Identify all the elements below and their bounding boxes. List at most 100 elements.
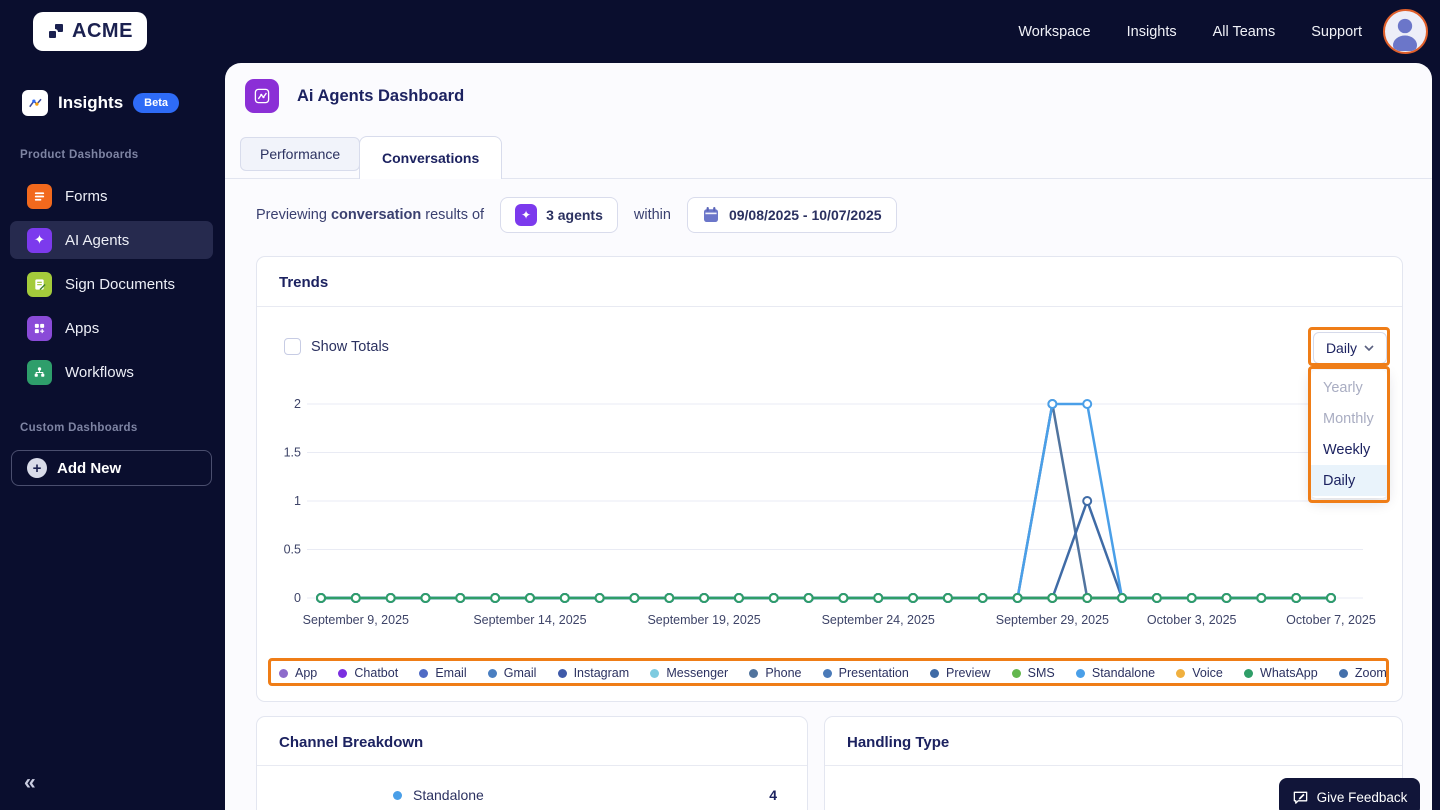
period-select[interactable]: Daily [1313,332,1387,364]
page-header: Ai Agents Dashboard [245,79,464,113]
sidebar-item-sign-documents[interactable]: Sign Documents [10,265,213,303]
preview-text: Previewing conversation results of [256,207,485,223]
svg-text:September 9, 2025: September 9, 2025 [303,613,409,627]
agents-count-label: 3 agents [546,207,603,223]
legend-label: Standalone [1091,666,1156,680]
period-option-weekly[interactable]: Weekly [1311,434,1387,465]
forms-icon [27,183,52,209]
show-totals-label: Show Totals [311,338,389,355]
legend-label: App [295,666,318,680]
sidebar-item-workflows[interactable]: Workflows [10,353,213,391]
divider [257,306,1402,307]
legend-label: Instagram [573,666,630,680]
page-title: Ai Agents Dashboard [297,86,465,105]
channel-value: 4 [769,787,777,803]
legend-item-whatsapp[interactable]: WhatsApp [1244,666,1318,680]
within-label: within [633,207,671,223]
sidebar-item-label: Forms [65,187,108,205]
sidebar-insights-header[interactable]: Insights Beta [22,90,180,116]
acme-logo[interactable]: ACME [33,12,147,51]
legend-label: WhatsApp [1260,666,1318,680]
apps-icon [27,315,52,341]
sign-documents-icon [27,271,52,297]
legend-item-gmail[interactable]: Gmail [487,666,537,680]
legend-item-presentation[interactable]: Presentation [822,666,909,680]
legend-label: Voice [1192,666,1223,680]
give-feedback-button[interactable]: Give Feedback [1279,778,1420,810]
svg-text:September 14, 2025: September 14, 2025 [473,613,586,627]
trends-title: Trends [279,274,329,291]
svg-text:0.5: 0.5 [284,543,301,557]
channel-breakdown-title: Channel Breakdown [279,734,424,751]
add-new-label: Add New [57,459,122,477]
show-totals-checkbox[interactable] [284,338,301,355]
period-option-monthly[interactable]: Monthly [1311,403,1387,434]
add-new-button[interactable]: + Add New [11,450,212,486]
person-icon [1393,18,1417,52]
trend-chart: 0 0.5 1 1.5 2 September 9, 2025 September 14, … [284,397,1376,627]
acme-logo-icon [47,21,67,42]
period-option-daily[interactable]: Daily [1311,465,1387,496]
nav-link-insights[interactable]: Insights [1127,24,1177,40]
handling-type-title: Handling Type [847,734,950,751]
legend-dot [1176,668,1186,678]
beta-badge: Beta [133,93,180,113]
legend-label: Chatbot [354,666,399,680]
legend-dot [1244,668,1254,678]
legend-dot [1011,668,1021,678]
svg-text:October 3, 2025: October 3, 2025 [1147,613,1237,627]
preview-bar: Previewing conversation results of ✦ 3 a… [256,197,897,233]
plus-circle-icon: + [27,458,47,478]
svg-text:1.5: 1.5 [284,446,301,460]
svg-text:September 29, 2025: September 29, 2025 [996,613,1109,627]
section-custom-dashboards: Custom Dashboards [20,422,138,434]
ai-agents-icon: ✦ [27,227,52,253]
sidebar-item-label: Apps [65,319,100,337]
acme-brand-text: ACME [72,20,133,42]
period-dropdown-menu: Yearly Monthly Weekly Daily [1311,370,1387,498]
legend-item-standalone[interactable]: Standalone [1075,666,1156,680]
main-content: Ai Agents Dashboard Performance Conversa… [225,63,1432,810]
legend-item-chatbot[interactable]: Chatbot [338,666,398,680]
nav-link-all-teams[interactable]: All Teams [1213,24,1276,40]
period-option-yearly[interactable]: Yearly [1311,372,1387,403]
sidebar-item-forms[interactable]: Forms [10,177,213,215]
chart-legend: App Chatbot Email Gmail Instagram Messenger Ph… [279,661,1387,685]
legend-item-email[interactable]: Email [419,666,467,680]
svg-text:October 7, 2025: October 7, 2025 [1286,613,1376,627]
legend-dot [557,668,567,678]
sidebar-item-apps[interactable]: Apps [10,309,213,347]
legend-label: Zoom [1354,666,1387,680]
legend-item-voice[interactable]: Voice [1176,666,1223,680]
legend-item-messenger[interactable]: Messenger [650,666,728,680]
tabs-row: Performance Conversations [225,136,1432,179]
legend-item-preview[interactable]: Preview [929,666,990,680]
legend-dot [650,668,660,678]
legend-dot [822,668,832,678]
show-totals-control: Show Totals [284,338,389,355]
legend-item-instagram[interactable]: Instagram [557,666,630,680]
top-bar: ACME Workspace Insights All Teams Suppor… [0,0,1440,63]
legend-dot [749,668,759,678]
date-range-chip[interactable]: 09/08/2025 - 10/07/2025 [686,197,897,233]
channel-row-standalone: Standalone 4 [257,787,807,803]
trends-card: Trends Show Totals Daily 0 0.5 1 1.5 2 Septem… [256,256,1403,702]
user-avatar[interactable] [1383,9,1428,54]
top-nav: Workspace Insights All Teams Support [1018,0,1362,63]
sidebar: Insights Beta Product Dashboards Forms ✦… [0,63,225,810]
legend-item-app[interactable]: App [279,666,317,680]
sidebar-collapse-button[interactable]: « [24,771,36,795]
nav-link-support[interactable]: Support [1311,24,1362,40]
nav-link-workspace[interactable]: Workspace [1018,24,1090,40]
legend-label: Gmail [503,666,537,680]
legend-item-sms[interactable]: SMS [1011,666,1055,680]
legend-item-zoom[interactable]: Zoom [1338,666,1387,680]
legend-item-phone[interactable]: Phone [749,666,801,680]
svg-text:0: 0 [294,591,301,605]
tab-conversations[interactable]: Conversations [359,136,503,179]
sidebar-item-ai-agents[interactable]: ✦ AI Agents [10,221,213,259]
agents-selector-chip[interactable]: ✦ 3 agents [500,197,618,233]
workflows-icon [27,359,52,385]
tab-performance[interactable]: Performance [240,137,361,171]
sidebar-insights-label: Insights [58,93,124,112]
